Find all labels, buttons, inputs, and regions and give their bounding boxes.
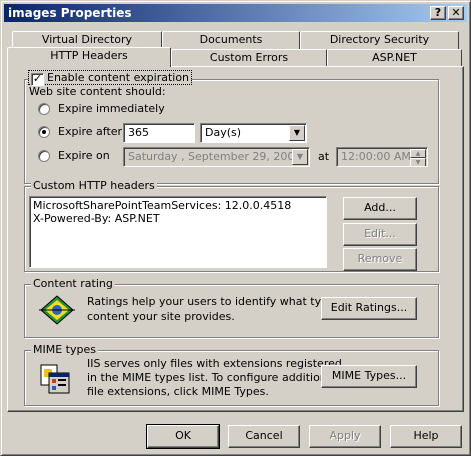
custom-headers-group: Custom HTTP headers MicrosoftSharePointT… (24, 179, 439, 272)
add-header-button[interactable]: Add... (343, 197, 417, 220)
help-button[interactable]: Help (390, 425, 462, 448)
time-spinner[interactable]: ▲ ▼ (410, 149, 426, 166)
tab-asp-net[interactable]: ASP.NET (327, 49, 462, 67)
tab-custom-errors[interactable]: Custom Errors (171, 49, 327, 67)
mime-description-line3: file extensions, click MIME Types. (87, 385, 269, 398)
chevron-down-icon[interactable]: ▼ (292, 149, 308, 165)
remove-header-button[interactable]: Remove (343, 248, 417, 271)
enable-expiration-label: Enable content expiration (47, 71, 190, 84)
mime-types-icon (39, 363, 73, 395)
content-rating-group: Content rating Ratings help your users t… (24, 277, 439, 338)
expire-after-radio[interactable] (38, 126, 50, 138)
expire-immediately-label[interactable]: Expire immediately (58, 102, 165, 115)
mime-description-line2: in the MIME types list. To configure add… (87, 371, 337, 384)
title-bar[interactable]: images Properties ? ✕ (4, 4, 467, 22)
cancel-button[interactable]: Cancel (228, 425, 300, 448)
list-item[interactable]: MicrosoftSharePointTeamServices: 12.0.0.… (33, 199, 323, 212)
content-expiration-group: Enable content expiration ✓ Web site con… (24, 70, 439, 184)
expire-after-unit-value: Day(s) (205, 126, 242, 139)
apply-button[interactable]: Apply (309, 425, 381, 448)
edit-header-button[interactable]: Edit... (343, 223, 417, 246)
ok-button[interactable]: OK (146, 424, 220, 449)
mime-types-label: MIME types (31, 343, 98, 356)
tab-directory-security[interactable]: Directory Security (300, 31, 459, 49)
expire-after-value-input[interactable]: 365 (123, 123, 195, 143)
rating-description-line1: Ratings help your users to identify what… (87, 295, 349, 308)
rating-description-line2: content your site provides. (87, 310, 235, 323)
window-title: images Properties (8, 6, 132, 20)
at-label: at (318, 150, 330, 163)
spin-up-icon[interactable]: ▲ (410, 149, 426, 158)
expire-after-unit-select[interactable]: Day(s) ▼ (200, 123, 307, 143)
enable-expiration-checkbox-row[interactable]: Enable content expiration (27, 70, 193, 85)
close-icon[interactable]: ✕ (448, 6, 464, 20)
mime-description-line1: IIS serves only files with extensions re… (87, 357, 342, 370)
help-caption-button[interactable]: ? (430, 6, 446, 20)
expire-on-date-value: Saturday , September 29, 2007 (128, 150, 302, 163)
ratings-icon (39, 295, 75, 325)
edit-ratings-button[interactable]: Edit Ratings... (321, 297, 417, 320)
spin-down-icon[interactable]: ▼ (410, 158, 426, 166)
expire-on-radio[interactable] (38, 150, 50, 162)
properties-dialog: images Properties ? ✕ Virtual Directory … (0, 0, 471, 456)
chevron-down-icon[interactable]: ▼ (289, 125, 305, 141)
expire-on-date-picker[interactable]: Saturday , September 29, 2007 ▼ (123, 147, 310, 167)
expire-on-time-input[interactable]: 12:00:00 AM ▲ ▼ (336, 147, 428, 167)
content-rating-label: Content rating (31, 277, 115, 290)
content-should-label: Web site content should: (29, 85, 166, 98)
tab-http-headers[interactable]: HTTP Headers (7, 47, 171, 67)
list-item[interactable]: X-Powered-By: ASP.NET (33, 212, 323, 225)
expire-on-label[interactable]: Expire on (58, 149, 110, 162)
tab-documents[interactable]: Documents (162, 31, 300, 49)
custom-headers-label: Custom HTTP headers (31, 179, 157, 192)
expire-after-label[interactable]: Expire after (58, 125, 122, 138)
expire-on-time-value: 12:00:00 AM (341, 150, 411, 163)
mime-types-group: MIME types IIS serves only files with ex… (24, 343, 439, 406)
mime-types-button[interactable]: MIME Types... (321, 365, 417, 388)
custom-headers-list[interactable]: MicrosoftSharePointTeamServices: 12.0.0.… (29, 196, 327, 268)
expire-immediately-radio[interactable] (38, 103, 50, 115)
tab-panel: Enable content expiration ✓ Web site con… (7, 66, 464, 412)
